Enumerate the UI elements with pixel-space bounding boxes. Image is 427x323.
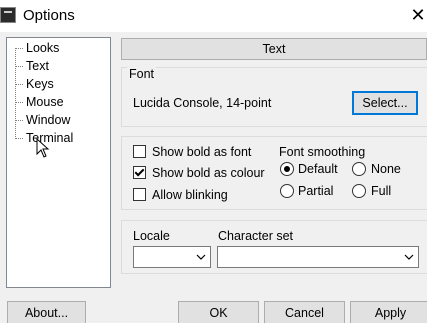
chevron-down-icon — [404, 254, 414, 260]
checkmark-icon — [134, 166, 145, 177]
smoothing-partial-label: Partial — [298, 184, 334, 198]
close-icon[interactable]: ✕ — [409, 5, 427, 25]
tree-item-keys[interactable]: Keys — [15, 75, 54, 93]
about-button[interactable]: About... — [7, 301, 86, 323]
tree-item-window[interactable]: Window — [15, 111, 70, 129]
charset-label: Character set — [218, 229, 294, 243]
tree-item-text[interactable]: Text — [15, 57, 49, 75]
cancel-button[interactable]: Cancel — [264, 301, 345, 323]
smoothing-full-radio[interactable] — [352, 184, 366, 198]
show-bold-as-font-checkbox[interactable] — [133, 145, 146, 158]
font-smoothing-label: Font smoothing — [279, 145, 366, 159]
locale-dropdown[interactable] — [133, 246, 211, 268]
font-group-label: Font — [127, 67, 157, 81]
tree-item-mouse[interactable]: Mouse — [15, 93, 64, 111]
allow-blinking-label: Allow blinking — [152, 188, 228, 202]
ok-button[interactable]: OK — [178, 301, 259, 323]
apply-button[interactable]: Apply — [350, 301, 427, 323]
terminal-icon — [0, 7, 16, 23]
smoothing-none-label: None — [371, 162, 401, 176]
smoothing-full-label: Full — [371, 184, 392, 198]
locale-label: Locale — [133, 229, 170, 243]
smoothing-none-radio[interactable] — [352, 162, 366, 176]
window-title: Options — [23, 7, 75, 24]
chevron-down-icon — [196, 254, 206, 260]
mouse-pointer-icon — [36, 138, 50, 158]
select-font-button[interactable]: Select... — [352, 91, 418, 115]
allow-blinking-checkbox[interactable] — [133, 188, 146, 201]
smoothing-default-radio[interactable] — [280, 162, 294, 176]
category-tree[interactable]: Looks Text Keys Mouse Window Terminal — [6, 37, 111, 288]
current-font-text: Lucida Console, 14-point — [133, 96, 272, 110]
panel-header: Text — [121, 38, 427, 60]
charset-dropdown[interactable] — [217, 246, 419, 268]
show-bold-as-font-label: Show bold as font — [152, 145, 252, 159]
show-bold-as-colour-checkbox[interactable] — [133, 166, 146, 179]
smoothing-partial-radio[interactable] — [280, 184, 294, 198]
smoothing-default-label: Default — [298, 162, 338, 176]
radio-selected-dot — [284, 166, 290, 172]
show-bold-as-colour-label: Show bold as colour — [152, 166, 265, 180]
tree-item-looks[interactable]: Looks — [15, 39, 59, 57]
